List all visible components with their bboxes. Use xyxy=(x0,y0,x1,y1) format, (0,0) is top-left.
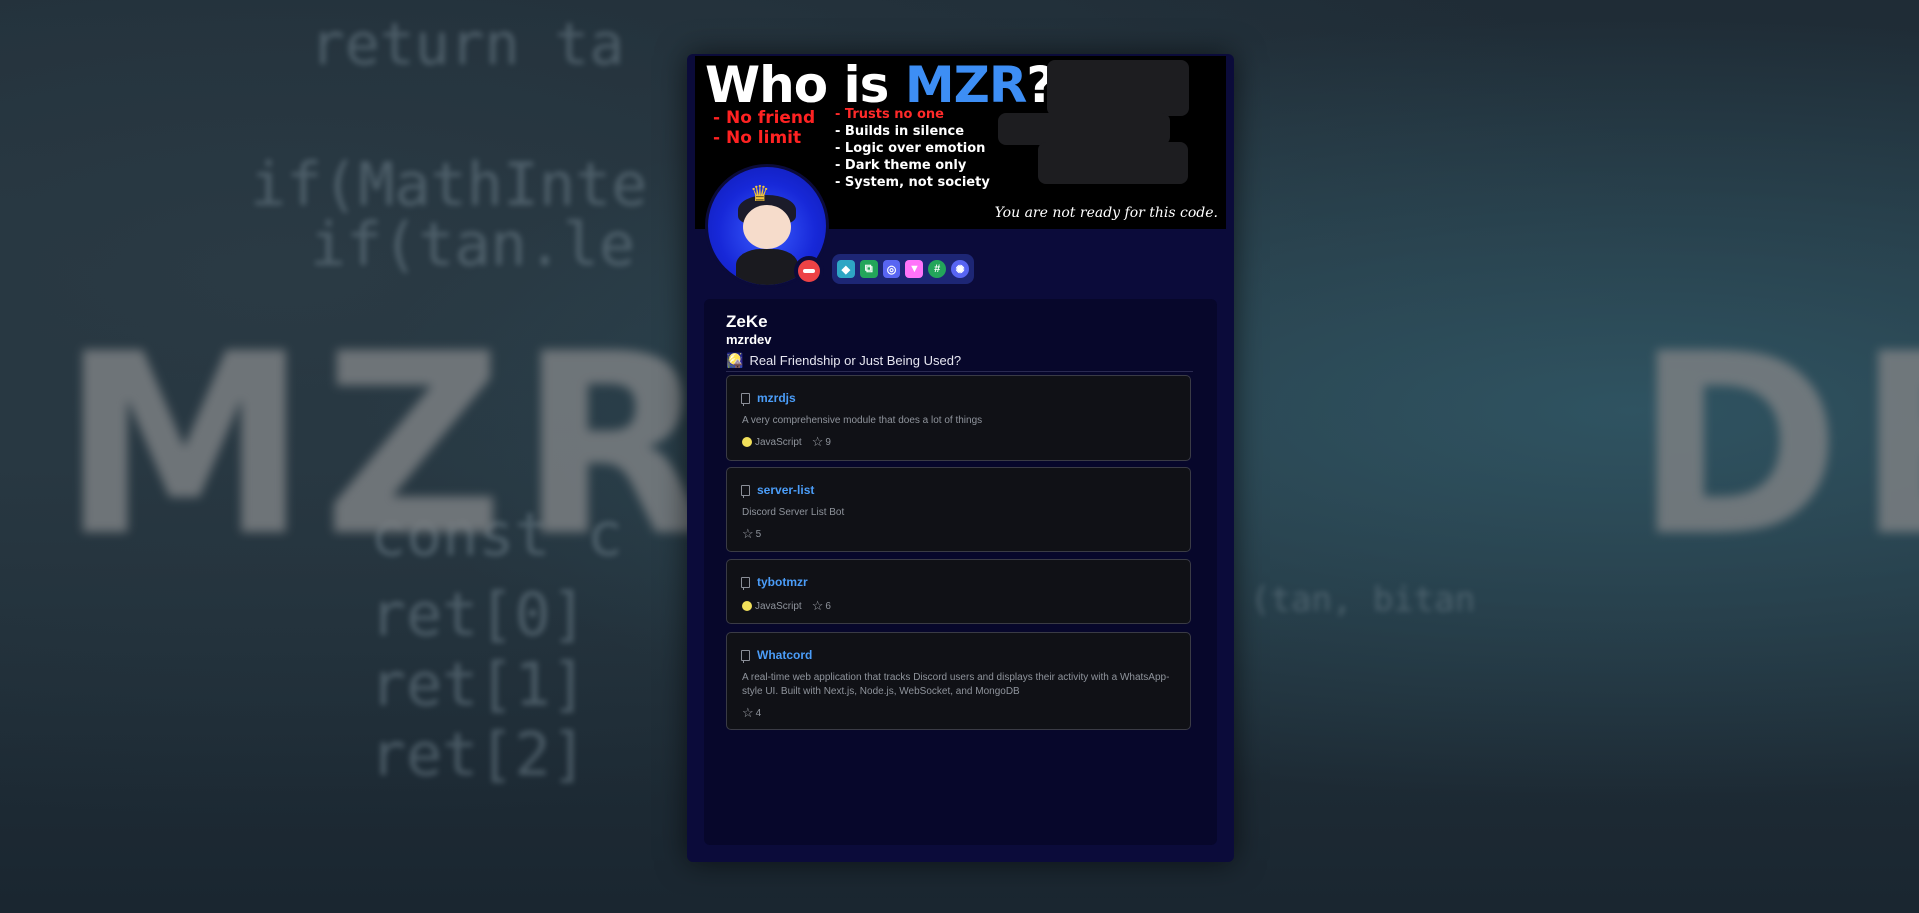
repo-description: Discord Server List Bot xyxy=(742,507,845,518)
banner-code-snippet xyxy=(998,113,1170,145)
repo-card[interactable]: mzrdjs A very comprehensive module that … xyxy=(726,375,1191,461)
repo-icon xyxy=(741,484,750,498)
language-color-dot xyxy=(742,437,752,447)
banner-traits: - Trusts no one - Builds in silence - Lo… xyxy=(835,107,990,190)
status-text: Real Friendship or Just Being Used? xyxy=(749,353,962,368)
star-icon: ☆ xyxy=(811,598,824,613)
username: mzrdev xyxy=(726,332,772,347)
star-icon: ☆ xyxy=(742,705,754,720)
repo-language: JavaScript xyxy=(755,436,802,448)
repo-card[interactable]: server-list Discord Server List Bot ☆ 5 xyxy=(726,467,1191,552)
repo-icon xyxy=(741,649,750,663)
custom-status: 🎑 Real Friendship or Just Being Used? xyxy=(726,352,961,369)
profile-panel: ZeKe mzrdev 🎑 Real Friendship or Just Be… xyxy=(704,299,1217,845)
star-icon: ☆ xyxy=(742,526,754,541)
repo-stars: 4 xyxy=(755,707,762,719)
repo-stars: 9 xyxy=(825,436,831,448)
language-color-dot xyxy=(742,601,752,611)
dnd-status-icon xyxy=(794,256,824,286)
badge-list: ◆ ⧉ ◎ ▼ # ✺ xyxy=(832,254,974,284)
hashtag-icon[interactable]: # xyxy=(928,260,947,278)
repo-language: JavaScript xyxy=(755,600,802,612)
status-emoji: 🎑 xyxy=(726,352,744,368)
bot-developer-icon[interactable]: ⧉ xyxy=(859,260,878,278)
repo-name-link[interactable]: server-list xyxy=(757,483,814,497)
active-developer-icon[interactable]: ◆ xyxy=(837,260,855,278)
repo-card[interactable]: Whatcord A real-time web application tha… xyxy=(726,632,1191,730)
repo-name-link[interactable]: tybotmzr xyxy=(757,575,808,589)
nitro-icon[interactable]: ▼ xyxy=(905,260,924,278)
banner-code-snippet xyxy=(1038,142,1188,184)
star-icon: ☆ xyxy=(811,434,824,449)
divider xyxy=(726,371,1193,372)
hypesquad-icon[interactable]: ◎ xyxy=(882,260,901,278)
banner-tagline: You are not ready for this code. xyxy=(994,205,1218,221)
repo-card[interactable]: tybotmzr JavaScript ☆ 6 xyxy=(726,559,1191,624)
repo-description: A real-time web application that tracks … xyxy=(742,672,1170,697)
repo-stars: 6 xyxy=(825,600,831,612)
banner-red-line: - No limit xyxy=(713,128,802,148)
repo-icon xyxy=(741,392,750,406)
repo-stars: 5 xyxy=(755,528,762,540)
banner-red-line: - No friend xyxy=(713,108,816,128)
quest-icon[interactable]: ✺ xyxy=(951,260,969,278)
profile-card: Who is MZR? - No friend - No limit - Tru… xyxy=(687,54,1234,862)
repo-icon xyxy=(741,576,750,590)
repo-description: A very comprehensive module that does a … xyxy=(742,415,983,426)
display-name: ZeKe xyxy=(726,312,768,331)
repo-name-link[interactable]: mzrdjs xyxy=(757,391,796,405)
banner-code-snippet xyxy=(1047,60,1189,116)
crown-icon: ♛ xyxy=(750,181,770,206)
repo-name-link[interactable]: Whatcord xyxy=(757,648,812,662)
